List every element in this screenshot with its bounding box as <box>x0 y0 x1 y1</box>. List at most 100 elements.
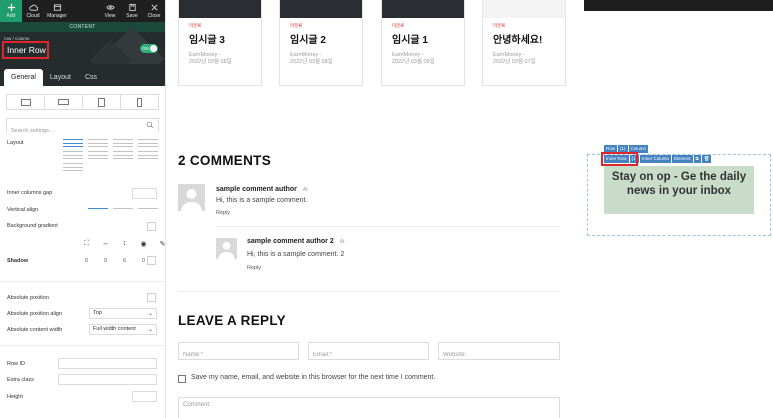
vertical-align-label: Vertical align <box>7 207 39 213</box>
layout-option[interactable] <box>88 151 108 159</box>
close-icon <box>150 4 158 11</box>
comment-date: At <box>339 239 345 245</box>
laptop-device-button[interactable] <box>45 95 83 109</box>
comment-author-name[interactable]: sample comment author <box>216 186 297 193</box>
mobile-icon <box>137 97 142 107</box>
shadow-size-icon[interactable]: ⛶ <box>77 240 96 248</box>
add-button[interactable]: Add <box>0 0 22 22</box>
desktop-icon <box>20 98 31 106</box>
add-label: Add <box>6 13 16 19</box>
layout-option[interactable] <box>138 151 158 159</box>
layout-option[interactable] <box>63 151 83 159</box>
align-top-option[interactable] <box>88 208 108 209</box>
inner-gap-label: Inner columns gap <box>7 190 53 196</box>
chevron-down-icon: ⌄ <box>147 311 153 317</box>
absolute-position-checkbox[interactable] <box>147 293 156 302</box>
save-button[interactable]: Save <box>121 0 143 22</box>
mobile-device-button[interactable] <box>121 95 158 109</box>
trash-icon[interactable]: 🗑 <box>701 155 712 163</box>
post-card[interactable]: 미분류 임시글 3 EarnMoney - 2022년 03월 08일 <box>178 0 262 86</box>
comment-textarea[interactable] <box>179 398 559 418</box>
post-thumbnail <box>179 0 261 18</box>
shadow-value[interactable]: 0 <box>77 258 96 264</box>
shadow-blur-icon[interactable]: ◉ <box>134 240 153 248</box>
absolute-position-align-select[interactable]: Top ⌄ <box>89 308 157 319</box>
manager-label: Manager <box>47 13 67 19</box>
layout-option[interactable] <box>113 151 133 159</box>
settings-search-input[interactable] <box>7 125 158 137</box>
cloud-label: Cloud <box>26 13 40 19</box>
post-category[interactable]: 미분류 <box>290 23 362 29</box>
close-button[interactable]: Close <box>143 0 165 22</box>
name-input[interactable] <box>179 347 298 363</box>
shadow-value[interactable]: 0 <box>96 258 115 264</box>
background-gradient-label: Background gradient <box>7 223 58 229</box>
post-category[interactable]: 미분류 <box>493 23 565 29</box>
reply-link[interactable]: Reply <box>247 265 261 271</box>
post-title[interactable]: 안녕하세요! <box>493 31 565 46</box>
settings-tabs: General Layout Css <box>0 64 165 86</box>
shadow-color-swatch[interactable] <box>147 256 156 265</box>
height-input[interactable] <box>132 391 157 402</box>
reply-link[interactable]: Reply <box>216 210 230 216</box>
tab-general[interactable]: General <box>4 69 43 86</box>
post-author: EarnMoney - <box>493 52 525 58</box>
save-icon <box>128 3 136 12</box>
newsletter-box[interactable]: Stay on op - Ge the daily news in your i… <box>604 166 754 214</box>
align-bottom-option[interactable] <box>138 208 158 209</box>
post-author: EarnMoney - <box>189 52 221 58</box>
post-title[interactable]: 임시글 3 <box>189 31 261 46</box>
extra-class-input[interactable] <box>58 374 157 385</box>
row-id-input[interactable] <box>58 358 157 369</box>
copy-icon[interactable]: ⧉ <box>693 155 701 163</box>
inner-column-badge[interactable]: Inner Column <box>640 155 672 163</box>
align-middle-option[interactable] <box>113 208 133 209</box>
cloud-button[interactable]: Cloud <box>22 0 44 22</box>
tablet-icon <box>98 97 105 107</box>
layout-option[interactable] <box>113 139 133 147</box>
height-label: Height <box>7 394 23 400</box>
tab-css[interactable]: Css <box>78 69 104 86</box>
inner-gap-input[interactable] <box>132 188 157 199</box>
shadow-horizontal-icon[interactable]: ↔ <box>96 240 115 248</box>
tablet-device-button[interactable] <box>83 95 121 109</box>
post-category[interactable]: 미분류 <box>189 23 261 29</box>
absolute-position-align-value: Top <box>93 310 102 316</box>
absolute-content-width-select[interactable]: Full width content ⌄ <box>89 324 157 335</box>
post-card[interactable]: 미분류 안녕하세요! EarnMoney - 2022년 03월 07일 <box>482 0 566 86</box>
shadow-color-icon[interactable]: ✎ <box>153 240 165 248</box>
post-date: 2022년 03월 08일 <box>392 59 435 65</box>
post-thumbnail <box>483 0 565 18</box>
layout-option[interactable] <box>63 163 83 171</box>
comment-author: sample comment author At <box>216 186 308 193</box>
inner-row-highlight <box>601 152 638 166</box>
save-info-checkbox[interactable] <box>178 375 186 383</box>
email-input[interactable] <box>309 347 428 363</box>
comment-author-name[interactable]: sample comment author 2 <box>247 238 334 245</box>
laptop-icon <box>58 99 69 105</box>
post-title[interactable]: 임시글 2 <box>290 31 362 46</box>
post-category[interactable]: 미분류 <box>392 23 464 29</box>
shadow-vertical-icon[interactable]: ↕ <box>115 240 134 248</box>
post-title[interactable]: 임시글 1 <box>392 31 464 46</box>
post-card[interactable]: 미분류 임시글 2 EarnMoney - 2022년 03월 08일 <box>279 0 363 86</box>
layout-option[interactable] <box>88 139 108 147</box>
element-badge[interactable]: Element <box>672 155 693 163</box>
post-author: EarnMoney - <box>392 52 424 58</box>
post-thumbnail <box>280 0 362 18</box>
post-card[interactable]: 미분류 임시글 1 EarnMoney - 2022년 03월 08일 <box>381 0 465 86</box>
layout-option[interactable] <box>138 139 158 147</box>
tab-layout[interactable]: Layout <box>43 69 78 86</box>
vertical-align-options <box>88 205 158 213</box>
background-gradient-checkbox[interactable] <box>147 222 156 231</box>
manager-button[interactable]: Manager <box>44 0 70 22</box>
layout-option[interactable] <box>63 139 83 147</box>
view-label: View <box>104 13 116 19</box>
plus-icon <box>7 3 15 12</box>
shadow-value[interactable]: 6 <box>115 258 134 264</box>
enable-toggle[interactable]: ON <box>140 44 158 53</box>
close-label: Close <box>147 13 161 19</box>
desktop-device-button[interactable] <box>7 95 45 109</box>
view-button[interactable]: View <box>99 0 121 22</box>
website-input[interactable] <box>439 347 559 363</box>
